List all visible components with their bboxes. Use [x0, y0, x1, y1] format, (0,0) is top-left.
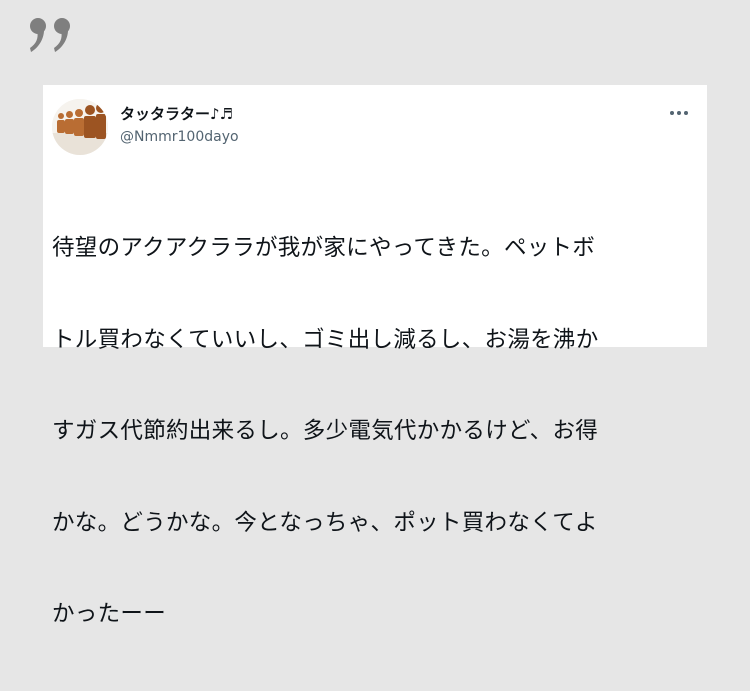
tweet-text-line: 待望のアクアクララが我が家にやってきた。ペットボ: [52, 235, 596, 261]
tweet-text: 待望のアクアクララが我が家にやってきた。ペットボ トル買わなくていいし、ゴミ出し…: [52, 172, 692, 691]
tweet-text-line: かったーー: [52, 601, 167, 627]
tweet-text-line: トル買わなくていいし、ゴミ出し減るし、お湯を沸か: [52, 326, 599, 353]
more-options-icon: [670, 111, 688, 115]
avatar-figures-image: [52, 99, 108, 155]
avatar[interactable]: [52, 99, 108, 155]
more-options-button[interactable]: [665, 103, 693, 123]
tweet-card[interactable]: タッタラター♪♬ @Nmmr100dayo 待望のアクアクララが我が家にやってき…: [43, 85, 707, 627]
tweet-text-line: かな。どうかな。今となっちゃ、ポット買わなくてよ: [52, 509, 598, 536]
user-handle[interactable]: @Nmmr100dayo: [120, 127, 239, 147]
quotation-mark-icon: [28, 15, 76, 57]
display-name[interactable]: タッタラター♪♬: [120, 104, 233, 124]
tweet-text-line: すガス代節約出来るし。多少電気代かかるけど、お得: [52, 418, 599, 444]
